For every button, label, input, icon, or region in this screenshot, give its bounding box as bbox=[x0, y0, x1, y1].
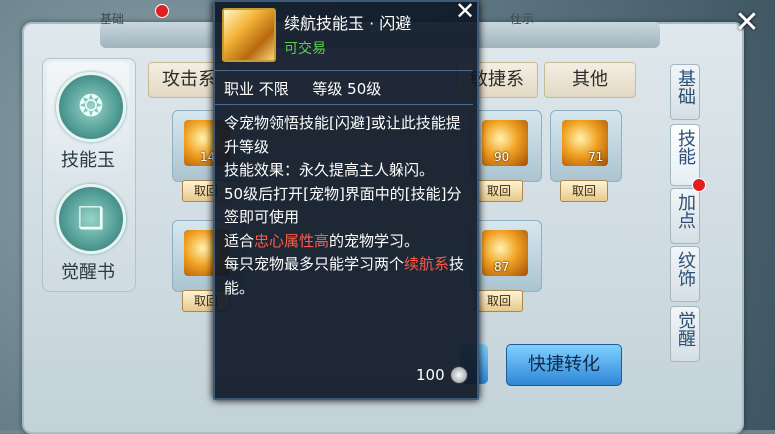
book-icon: ❑ bbox=[56, 184, 126, 254]
item-name: 续航技能玉 · 闪避 bbox=[284, 14, 412, 33]
slot-count: 90 bbox=[494, 150, 510, 164]
quick-convert-button[interactable]: 快捷转化 bbox=[506, 344, 622, 386]
side-tab-label: 加点 bbox=[675, 193, 696, 229]
retrieve-button[interactable]: 取回 bbox=[475, 180, 523, 202]
desc-text: 每只宠物最多只能学习两个 bbox=[224, 255, 405, 273]
skill-gem-icon bbox=[222, 8, 276, 62]
notification-dot bbox=[692, 178, 706, 192]
side-tab-add-points[interactable]: 加点 bbox=[670, 188, 700, 244]
side-tab-skill[interactable]: 技能 bbox=[670, 124, 700, 186]
item-cost: 100 bbox=[416, 366, 445, 384]
divider bbox=[215, 104, 473, 105]
retrieve-button[interactable]: 取回 bbox=[475, 290, 523, 312]
desc-highlight: 续航系 bbox=[404, 255, 450, 273]
job-label: 职业 bbox=[224, 80, 255, 98]
job-value: 不限 bbox=[258, 80, 289, 98]
tab-skill-gem-label: 技能玉 bbox=[61, 150, 115, 171]
notification-dot bbox=[155, 4, 169, 18]
coin-icon bbox=[450, 366, 468, 384]
side-tab-pattern[interactable]: 纹饰 bbox=[670, 246, 700, 302]
close-icon[interactable]: ✕ bbox=[454, 0, 476, 23]
close-icon[interactable]: ✕ bbox=[732, 8, 762, 38]
slot-count: 71 bbox=[588, 150, 604, 164]
side-tab-label: 技能 bbox=[675, 129, 696, 165]
desc-highlight: 忠心属性高 bbox=[254, 231, 330, 250]
desc-line: 技能效果：永久提高主人躲闪。 bbox=[224, 161, 435, 179]
top-tab-left[interactable]: 基础 bbox=[100, 10, 124, 27]
desc-text: 的宠物学习。 bbox=[329, 231, 420, 250]
slot-count: 87 bbox=[494, 260, 510, 274]
level-label: 等级 bbox=[312, 80, 343, 98]
side-tab-label: 纹饰 bbox=[675, 251, 696, 287]
item-description: 令宠物领悟技能[闪避]或让此技能提升等级 技能效果：永久提高主人躲闪。 50级后… bbox=[224, 112, 472, 300]
desc-line: 适合忠心属性高的宠物学习。 bbox=[224, 230, 472, 254]
skill-gem-icon: ❂ bbox=[56, 72, 126, 142]
desc-text: 适合 bbox=[224, 231, 255, 250]
side-tab-basic[interactable]: 基础 bbox=[670, 64, 700, 120]
side-tab-awaken[interactable]: 觉醒 bbox=[670, 306, 700, 362]
retrieve-button[interactable]: 取回 bbox=[560, 180, 608, 202]
side-tab-label: 觉醒 bbox=[675, 311, 696, 347]
desc-line: 每只宠物最多只能学习两个续航系技能。 bbox=[224, 253, 472, 300]
desc-line: 50级后打开[宠物]界面中的[技能]分签即可使用 bbox=[224, 184, 462, 227]
category-other[interactable]: 其他 bbox=[544, 62, 636, 98]
divider bbox=[215, 70, 473, 71]
level-value: 50级 bbox=[347, 80, 382, 98]
side-tab-label: 基础 bbox=[675, 69, 696, 105]
top-tab-right[interactable]: 仕示 bbox=[510, 10, 534, 27]
desc-line: 令宠物领悟技能[闪避]或让此技能提升等级 bbox=[224, 114, 461, 156]
item-requirements: 职业 不限 等级 50级 bbox=[224, 78, 381, 99]
tab-awaken-book-label: 觉醒书 bbox=[61, 262, 115, 283]
tradable-label: 可交易 bbox=[284, 41, 326, 57]
